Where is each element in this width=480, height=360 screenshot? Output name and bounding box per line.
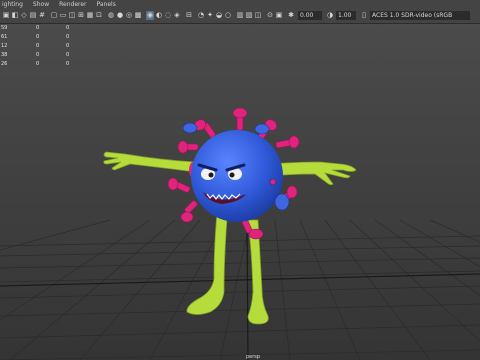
screen-space-ao-icon[interactable]: ◌	[164, 11, 172, 20]
wire-on-shaded-icon[interactable]: ○	[224, 11, 232, 20]
hud-row-value-b: 0	[66, 34, 70, 40]
color-space-dropdown[interactable]: ACES 1.0 SDR-video (sRGB	[370, 11, 470, 20]
menu-lighting[interactable]: ighting	[2, 0, 23, 9]
hud-row: 59 0 0	[0, 25, 80, 34]
3d-viewport[interactable]	[0, 24, 480, 360]
image-plane-icon[interactable]: ▤	[29, 11, 37, 20]
hud-row-value-b: 0	[66, 25, 70, 31]
hud-row-value-b: 0	[66, 61, 70, 67]
hud-row-value-b: 0	[66, 43, 70, 49]
smooth-shade-icon[interactable]: ●	[116, 11, 124, 20]
hud-row-label: 38	[1, 52, 8, 58]
menu-show[interactable]: Show	[33, 0, 49, 9]
hud-row: 61 0 0	[0, 34, 80, 43]
hud-row-value-a: 0	[36, 25, 40, 31]
safe-title-icon[interactable]: ⊡	[95, 11, 103, 20]
xray-icon[interactable]: ◔	[197, 11, 205, 20]
isolate-select-icon[interactable]: ⊟	[185, 11, 193, 20]
hud-row-value-a: 0	[36, 52, 40, 58]
hud-row-label: 59	[1, 25, 8, 31]
aa-icon[interactable]: ◫	[254, 11, 262, 20]
hud-row-value-b: 0	[66, 52, 70, 58]
hud-row: 26 0 0	[0, 61, 80, 70]
hud-row-label: 12	[1, 43, 8, 49]
hud-row-label: 26	[1, 61, 8, 67]
grid-toggle-icon[interactable]: #	[38, 11, 46, 20]
xray-joints-icon[interactable]: ✦	[206, 11, 214, 20]
gate-mask-icon[interactable]: ◫	[68, 11, 76, 20]
hud-row-value-a: 0	[36, 61, 40, 67]
view-transform-icon[interactable]: ▯	[360, 11, 368, 20]
menu-renderer[interactable]: Renderer	[59, 0, 86, 9]
camera-icon[interactable]: ▣	[2, 11, 10, 20]
exposure-icon[interactable]: ✱	[287, 11, 295, 20]
safe-action-icon[interactable]: ▦	[86, 11, 94, 20]
gamma-icon[interactable]: ◑	[326, 11, 334, 20]
wireframe-icon[interactable]: ◍	[107, 11, 115, 20]
field-chart-icon[interactable]: ⊞	[77, 11, 85, 20]
camera-name-label: persp	[245, 354, 261, 360]
hud-row-value-a: 0	[36, 43, 40, 49]
backface-culling-icon[interactable]: ◒	[215, 11, 223, 20]
viewport-toolbar: ▣ ◧ ◇ ▤ # ▢ ▭ ◫ ⊞ ▦ ⊡ ◍ ● ◎ ▩ ◉ ◐ ◌ ◈ ⊟ …	[0, 9, 480, 24]
hud-row-value-a: 0	[36, 34, 40, 40]
hud-row-label: 61	[1, 34, 8, 40]
color-mgmt-icon[interactable]: ▣	[275, 11, 283, 20]
resolution-gate-icon[interactable]: ▭	[59, 11, 67, 20]
textured-icon[interactable]: ▩	[134, 11, 142, 20]
camera-attributes-icon[interactable]: ◧	[11, 11, 19, 20]
camera-lock-icon[interactable]: ⊙	[266, 11, 274, 20]
use-all-lights-icon[interactable]: ◉	[146, 11, 154, 20]
hud-row: 12 0 0	[0, 43, 80, 52]
default-material-icon[interactable]: ◎	[125, 11, 133, 20]
hud-row: 38 0 0	[0, 52, 80, 61]
gamma-field[interactable]: 1.00	[336, 11, 356, 20]
exposure-field[interactable]: 0.00	[298, 11, 322, 20]
shadows-icon[interactable]: ◐	[155, 11, 163, 20]
menu-panels[interactable]: Panels	[97, 0, 116, 9]
bookmark-icon[interactable]: ◇	[20, 11, 28, 20]
hud-toggle-icon[interactable]: ▧	[245, 11, 253, 20]
panel-menu-bar: ighting Show Renderer Panels	[0, 0, 480, 9]
film-gate-icon[interactable]: ▢	[50, 11, 58, 20]
display-layer-icon[interactable]: ▥	[236, 11, 244, 20]
motion-blur-icon[interactable]: ◈	[173, 11, 181, 20]
